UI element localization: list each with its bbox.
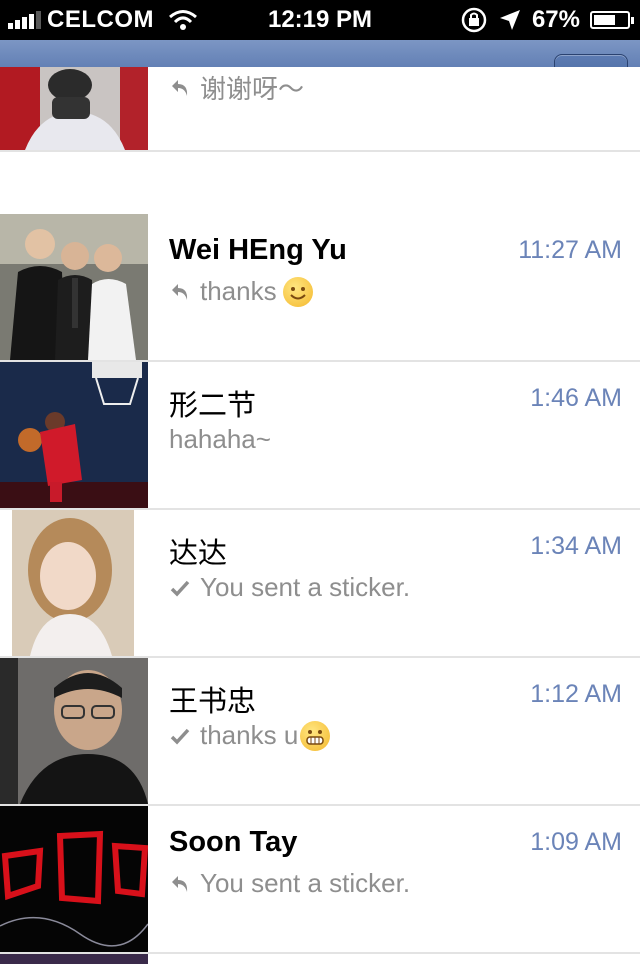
message-preview: thanks u <box>169 720 331 751</box>
message-preview: You sent a sticker. <box>169 868 410 899</box>
avatar <box>0 67 148 150</box>
conversation-row[interactable]: 谢谢呀～ <box>0 67 640 152</box>
battery-icon <box>590 11 634 29</box>
conversation-row[interactable]: 王书忠 1:12 AM thanks u <box>0 658 640 806</box>
orientation-lock-icon <box>461 7 487 33</box>
preview-text: You sent a sticker. <box>200 868 411 898</box>
conversation-row[interactable]: 达达 1:34 AM You sent a sticker. <box>0 510 640 658</box>
preview-text: hahaha~ <box>169 424 271 454</box>
avatar <box>0 510 148 656</box>
conversation-row[interactable]: Wei HEng Yu 11:27 AM thanks <box>0 214 640 362</box>
preview-text: 谢谢呀～ <box>200 74 305 104</box>
message-time: 11:27 AM <box>518 236 622 264</box>
avatar <box>0 954 148 964</box>
preview-text: You sent a sticker. <box>200 572 411 602</box>
preview-text: thanks <box>200 276 277 306</box>
avatar <box>0 362 148 508</box>
reply-icon <box>172 875 188 892</box>
contact-name: Wei HEng Yu <box>169 234 347 266</box>
contact-name: 形二节 <box>169 390 257 422</box>
reply-icon <box>172 79 188 96</box>
message-preview: thanks <box>169 276 313 307</box>
contact-name: 王书忠 <box>169 686 257 718</box>
check-icon <box>170 580 190 597</box>
message-time: 1:12 AM <box>530 680 622 708</box>
battery-percent: 67% <box>531 6 580 33</box>
conversation-row[interactable] <box>0 954 640 964</box>
conversation-row[interactable]: Soon Tay 1:09 AM You sent a sticker. <box>0 806 640 954</box>
grin-emoji <box>300 720 331 751</box>
message-preview: 谢谢呀～ <box>169 69 304 106</box>
location-arrow-icon <box>499 10 520 30</box>
conversation-row[interactable]: 形二节 1:46 AM hahaha~ <box>0 362 640 510</box>
status-bar: CELCOM 12:19 PM 67% <box>0 0 640 40</box>
battery-level <box>594 15 615 25</box>
message-time: 1:34 AM <box>530 532 622 560</box>
message-time: 1:46 AM <box>530 384 622 412</box>
avatar <box>0 806 148 952</box>
status-right: 67% <box>460 0 634 40</box>
message-time: 1:09 AM <box>530 828 622 856</box>
contact-name: Soon Tay <box>169 826 298 858</box>
avatar <box>0 214 148 360</box>
message-preview: hahaha~ <box>169 424 271 455</box>
smile-emoji <box>282 276 313 307</box>
preview-text: thanks u <box>200 720 299 750</box>
reply-icon <box>172 283 188 300</box>
contact-name: 达达 <box>169 538 228 570</box>
avatar <box>0 658 148 804</box>
check-icon <box>170 728 190 745</box>
message-preview: You sent a sticker. <box>169 572 410 603</box>
